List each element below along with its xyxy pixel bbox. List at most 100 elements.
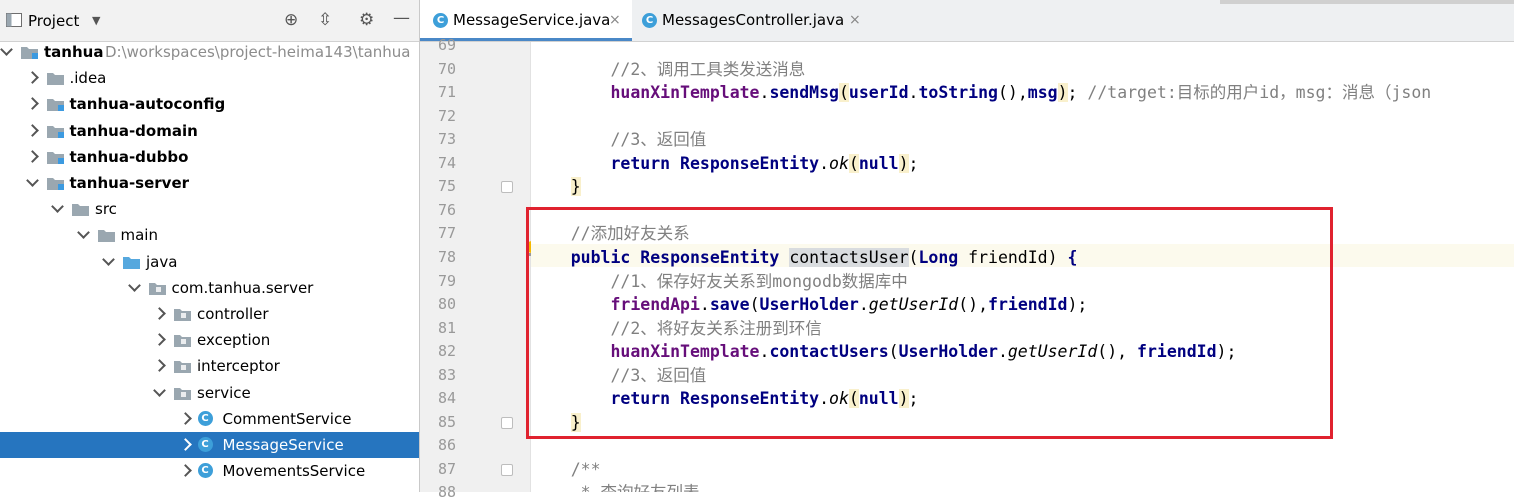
code-token: )	[898, 153, 909, 173]
code-token: save	[709, 295, 750, 315]
code-token: toString	[918, 83, 998, 103]
code-line[interactable]: * 查询好友列表	[531, 481, 700, 492]
tree-node[interactable]: tanhua-dubbo	[0, 144, 419, 170]
code-token: huanXinTemplate	[610, 83, 760, 103]
chevron-right-icon[interactable]	[153, 359, 166, 373]
tree-node[interactable]: tanhua-server	[0, 170, 419, 196]
chevron-down-icon[interactable]	[51, 200, 64, 214]
code-line[interactable]: huanXinTemplate.contactUsers(UserHolder.…	[531, 340, 1236, 363]
code-line[interactable]: }	[531, 411, 581, 434]
close-icon[interactable]: ×	[609, 0, 621, 41]
code-line[interactable]: return ResponseEntity.ok(null);	[531, 387, 918, 410]
tree-node[interactable]: service	[0, 380, 419, 406]
code-line[interactable]: return ResponseEntity.ok(null);	[531, 152, 918, 175]
tree-node[interactable]: controller	[0, 301, 419, 327]
tree-node[interactable]: tanhua-domain	[0, 118, 419, 144]
code-token: (),	[1097, 342, 1138, 362]
line-number: 75	[437, 177, 456, 196]
code-line[interactable]: //3、返回值	[531, 128, 706, 151]
code-token: (	[908, 247, 919, 267]
project-panel-header: Project ▼ ⊕ ⇳ ⚙ —	[0, 0, 419, 42]
code-token: }	[570, 177, 581, 197]
chevron-right-icon[interactable]	[153, 307, 166, 320]
chevron-down-icon[interactable]	[153, 383, 166, 397]
code-line[interactable]: //添加好友关系	[531, 222, 690, 245]
tree-node-label: tanhua-autoconfig	[69, 95, 226, 114]
code-line[interactable]: //3、返回值	[531, 364, 706, 387]
chevron-right-icon[interactable]	[178, 464, 192, 478]
code-line[interactable]: friendApi.save(UserHolder.getUserId(),fr…	[531, 293, 1087, 316]
editor-tab-bar: C MessageService.java × C MessagesContro…	[420, 0, 1514, 42]
code-token: ;	[908, 153, 919, 173]
code-token: .	[759, 342, 770, 362]
tab-messages-controller[interactable]: C MessagesController.java ×	[632, 0, 870, 41]
chevron-right-icon[interactable]	[25, 123, 39, 137]
tree-node[interactable]: exception	[0, 327, 419, 353]
chevron-right-icon[interactable]	[25, 71, 39, 85]
tree-node[interactable]: C MovementsService	[0, 458, 419, 484]
tree-node[interactable]: tanhua-autoconfig	[0, 91, 419, 117]
code-line[interactable]: /**	[531, 458, 601, 481]
code-token: ResponseEntity	[680, 153, 820, 173]
project-panel-title[interactable]: Project	[28, 12, 79, 30]
tree-node[interactable]: main	[0, 222, 419, 248]
tree-node[interactable]: .idea	[0, 65, 419, 91]
tree-node[interactable]: interceptor	[0, 353, 419, 379]
module-folder-icon	[46, 125, 64, 138]
minimize-icon[interactable]: —	[393, 9, 410, 27]
tree-node[interactable]: src	[0, 196, 419, 222]
code-token: public	[570, 247, 641, 267]
chevron-right-icon[interactable]	[178, 411, 192, 425]
tree-node-label: java	[146, 252, 178, 271]
package-icon	[148, 282, 166, 295]
code-line[interactable]: public ResponseEntity contactsUser(Long …	[531, 246, 1077, 269]
tree-node[interactable]: C MessageService	[0, 432, 419, 458]
code-token: //添加好友关系	[531, 224, 690, 244]
line-number: 83	[437, 365, 456, 384]
code-line[interactable]: huanXinTemplate.sendMsg(userId.toString(…	[531, 81, 1431, 104]
tree-node[interactable]: java	[0, 249, 419, 275]
code-token: null	[858, 153, 899, 173]
code-editor[interactable]: //2、调用工具类发送消息 huanXinTemplate.sendMsg(us…	[531, 42, 1514, 492]
code-token: //2、调用工具类发送消息	[531, 59, 806, 79]
tree-node-label: .idea	[69, 69, 107, 88]
fold-marker-icon[interactable]	[501, 416, 513, 429]
chevron-down-icon[interactable]	[25, 174, 39, 187]
fold-marker-icon[interactable]	[501, 463, 513, 476]
editor-gutter[interactable]: 69 70 71 72 73 74 75 76 77 78 79 80 81 82 83 84 85 86 87 88	[420, 36, 531, 501]
chevron-down-icon[interactable]	[102, 252, 115, 266]
chevron-right-icon[interactable]	[153, 333, 166, 347]
code-token: .	[858, 295, 869, 315]
tree-node[interactable]: C CommentService	[0, 406, 419, 432]
code-token: ,	[1017, 83, 1028, 103]
code-line[interactable]: //2、将好友关系注册到环信	[531, 317, 821, 340]
code-line[interactable]: //1、保存好友关系到mongodb数据库中	[531, 270, 907, 293]
tree-node[interactable]: com.tanhua.server	[0, 275, 419, 301]
class-icon: C	[642, 13, 657, 28]
tree-node-label: MovementsService	[222, 462, 366, 481]
collapse-icon[interactable]: ⇳	[318, 11, 332, 29]
chevron-down-icon[interactable]	[76, 226, 90, 240]
package-icon	[174, 387, 191, 400]
tree-node-label: service	[197, 383, 251, 402]
gear-icon[interactable]: ⚙	[359, 11, 374, 29]
code-token: return	[610, 389, 681, 409]
chevron-down-icon[interactable]	[127, 278, 141, 292]
code-token: friendId	[988, 295, 1068, 315]
chevron-right-icon[interactable]	[25, 97, 39, 111]
chevron-right-icon[interactable]	[25, 149, 39, 163]
tree-node-label: MessageService	[222, 436, 344, 454]
close-icon[interactable]: ×	[849, 0, 861, 41]
chevron-down-icon[interactable]	[0, 43, 13, 56]
code-line[interactable]: }	[531, 175, 581, 198]
chevron-down-icon[interactable]: ▼	[92, 14, 100, 27]
line-number: 77	[437, 224, 456, 243]
fold-marker-icon[interactable]	[501, 181, 513, 194]
chevron-right-icon[interactable]	[178, 438, 192, 451]
target-icon[interactable]: ⊕	[284, 11, 298, 29]
code-token: (	[888, 342, 899, 362]
code-line[interactable]: //2、调用工具类发送消息	[531, 58, 805, 81]
tree-node[interactable]: tanhua D:\workspaces\project-heima143\tan…	[0, 39, 419, 65]
